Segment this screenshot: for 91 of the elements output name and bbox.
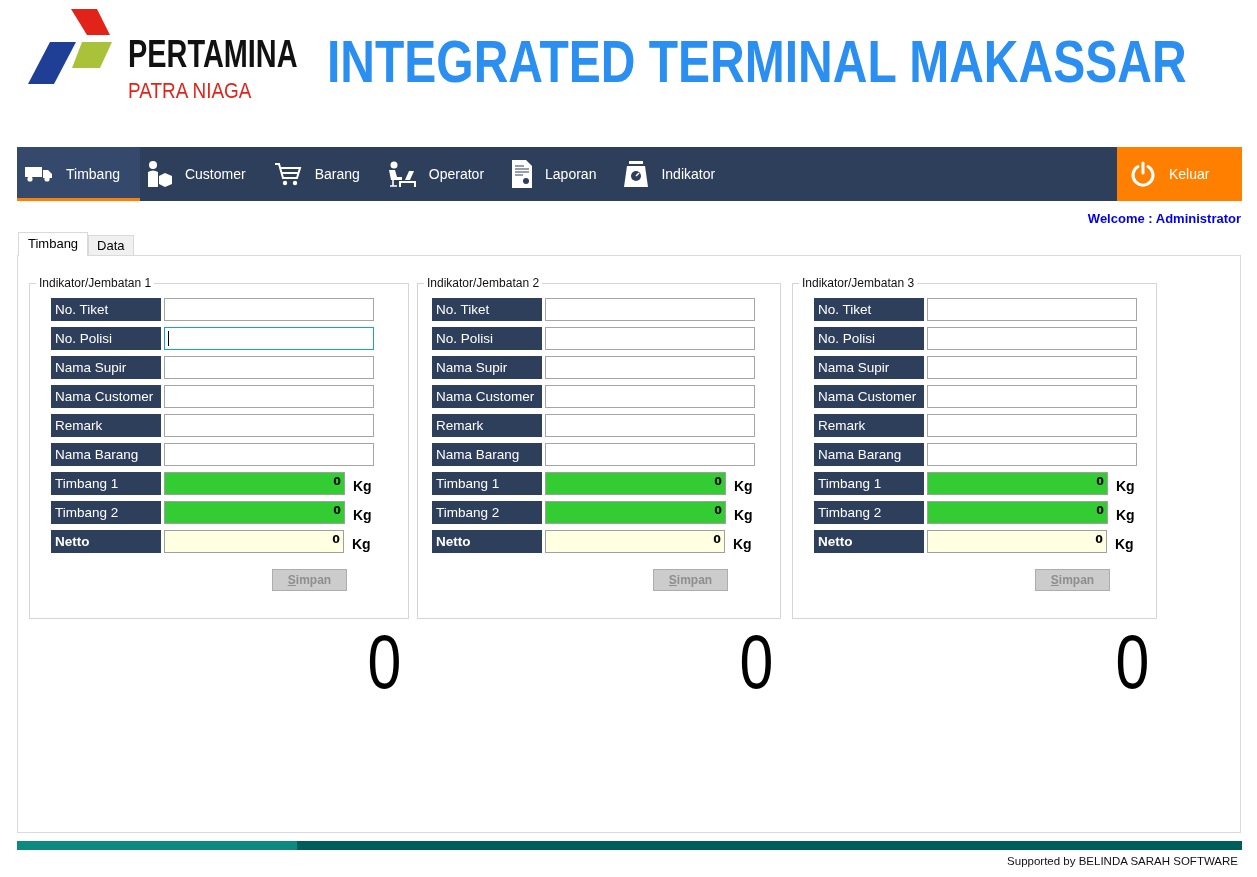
unit-label: Kg [353, 477, 372, 494]
weight-field[interactable]: 0 [545, 472, 726, 495]
input-field[interactable] [545, 298, 755, 321]
field-label: Timbang 2 [432, 501, 542, 524]
field-label: Nama Barang [432, 443, 542, 466]
unit-label: Kg [353, 506, 372, 523]
credit-text: Supported by BELINDA SARAH SOFTWARE [1007, 854, 1238, 868]
weight-field[interactable]: 0 [164, 501, 345, 524]
power-icon [1130, 161, 1156, 187]
unit-label: Kg [733, 535, 752, 552]
group-title: Indikator/Jembatan 2 [424, 276, 543, 290]
net-weight-field[interactable]: 0 [164, 530, 344, 553]
field-label: Timbang 1 [432, 472, 542, 495]
truck-icon [25, 166, 53, 182]
net-weight-field[interactable]: 0 [927, 530, 1107, 553]
field-label: Remark [814, 414, 924, 437]
field-label: Remark [432, 414, 542, 437]
field-label: Timbang 1 [51, 472, 161, 495]
scale-icon [624, 161, 649, 187]
logo-wordmark: PERTAMINA [128, 35, 298, 73]
field-label: Timbang 1 [814, 472, 924, 495]
welcome-text: Welcome : Administrator [1087, 211, 1241, 227]
weight-field[interactable]: 0 [927, 501, 1108, 524]
field-label: Nama Supir [51, 356, 161, 379]
menu-item[interactable]: Timbang [17, 147, 140, 201]
input-field[interactable] [164, 298, 374, 321]
net-weight-field[interactable]: 0 [545, 530, 725, 553]
unit-label: Kg [734, 477, 753, 494]
person-with-box-icon [147, 161, 172, 187]
input-field[interactable] [545, 356, 755, 379]
logo-subtitle: PATRA NIAGA [128, 80, 252, 102]
input-field[interactable] [164, 327, 374, 350]
input-field[interactable] [164, 414, 374, 437]
unit-label: Kg [1115, 535, 1134, 552]
input-field[interactable] [545, 443, 755, 466]
field-label: Nama Customer [432, 385, 542, 408]
tab[interactable]: Data [88, 235, 134, 255]
document-icon [512, 160, 533, 188]
input-field[interactable] [164, 356, 374, 379]
field-label: Nama Barang [814, 443, 924, 466]
input-field[interactable] [164, 385, 374, 408]
field-label: No. Tiket [814, 298, 924, 321]
weight-readout: 0 [739, 624, 773, 700]
weight-field[interactable]: 0 [164, 472, 345, 495]
unit-label: Kg [1116, 506, 1135, 523]
field-label: Netto [432, 530, 542, 553]
field-label: Netto [51, 530, 161, 553]
input-field[interactable] [927, 298, 1137, 321]
unit-label: Kg [1116, 477, 1135, 494]
group-title: Indikator/Jembatan 1 [36, 276, 155, 290]
field-label: Nama Customer [51, 385, 161, 408]
input-field[interactable] [545, 327, 755, 350]
field-label: Netto [814, 530, 924, 553]
app-title: INTEGRATED TERMINAL MAKASSAR [327, 32, 1187, 92]
menu-item[interactable]: Customer [139, 147, 266, 201]
field-label: Nama Supir [814, 356, 924, 379]
unit-label: Kg [734, 506, 753, 523]
input-field[interactable] [927, 443, 1137, 466]
field-label: Nama Customer [814, 385, 924, 408]
person-at-desk-icon [387, 161, 416, 187]
field-label: Nama Supir [432, 356, 542, 379]
input-field[interactable] [545, 414, 755, 437]
text-cursor-icon [168, 331, 169, 346]
unit-label: Kg [352, 535, 371, 552]
menu-item[interactable]: Indikator [616, 147, 736, 201]
weight-readout: 0 [1115, 624, 1149, 700]
input-field[interactable] [927, 327, 1137, 350]
field-label: Timbang 2 [51, 501, 161, 524]
cart-icon [273, 162, 302, 186]
field-label: Timbang 2 [814, 501, 924, 524]
input-field[interactable] [164, 443, 374, 466]
weight-readout: 0 [367, 624, 401, 700]
tab[interactable]: Timbang [18, 232, 89, 256]
field-label: No. Tiket [432, 298, 542, 321]
menu-item[interactable]: Laporan [504, 147, 617, 201]
field-label: Nama Barang [51, 443, 161, 466]
weight-field[interactable]: 0 [545, 501, 726, 524]
input-field[interactable] [927, 414, 1137, 437]
logo-icon [25, 8, 115, 86]
menu-item[interactable]: Operator [379, 147, 505, 201]
menu-item[interactable]: Barang [265, 147, 380, 201]
input-field[interactable] [545, 385, 755, 408]
field-label: Remark [51, 414, 161, 437]
field-label: No. Polisi [432, 327, 542, 350]
field-label: No. Polisi [51, 327, 161, 350]
group-title: Indikator/Jembatan 3 [799, 276, 918, 290]
input-field[interactable] [927, 356, 1137, 379]
field-label: No. Polisi [814, 327, 924, 350]
input-field[interactable] [927, 385, 1137, 408]
weight-field[interactable]: 0 [927, 472, 1108, 495]
field-label: No. Tiket [51, 298, 161, 321]
